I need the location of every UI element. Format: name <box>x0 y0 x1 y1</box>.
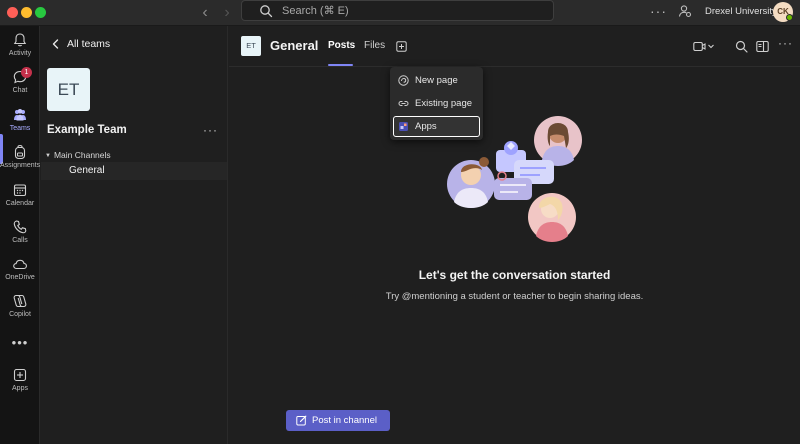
channel-team-avatar: ET <box>241 36 261 56</box>
channel-header: ET General Posts Files ··· <box>229 26 800 67</box>
bell-icon <box>13 33 27 47</box>
channel-label: General <box>69 165 105 176</box>
post-in-channel-label: Post in channel <box>312 415 377 426</box>
more-options-icon[interactable]: ··· <box>650 3 667 19</box>
tab-posts[interactable]: Posts <box>328 40 355 51</box>
teams-panel: All teams ET Example Team ··· ▼ Main Chan… <box>41 26 228 444</box>
header-more-options-icon[interactable]: ··· <box>778 36 793 50</box>
menu-item-new-page[interactable]: New page <box>393 70 480 91</box>
rail-item-chat[interactable]: 1 Chat <box>0 67 40 103</box>
add-tab-icon[interactable] <box>396 41 407 52</box>
title-bar: ‹ › Search (⌘ E) ··· Drexel University C… <box>0 0 800 26</box>
back-arrow-icon[interactable]: ‹ <box>196 3 214 23</box>
rail-label-copilot: Copilot <box>9 311 31 318</box>
rail-item-teams[interactable]: Teams <box>0 107 40 141</box>
copilot-icon <box>13 294 27 308</box>
channel-title: General <box>270 38 319 53</box>
caret-down-icon: ▼ <box>45 153 51 159</box>
maximize-window-button[interactable] <box>35 7 46 18</box>
teams-icon <box>14 109 26 121</box>
backpack-icon <box>14 144 26 160</box>
search-box[interactable]: Search (⌘ E) <box>241 0 554 21</box>
active-tab-indicator <box>328 64 353 66</box>
all-teams-label: All teams <box>67 38 111 50</box>
search-placeholder: Search (⌘ E) <box>282 5 349 17</box>
presence-indicator <box>786 14 793 21</box>
rail-item-copilot[interactable]: Copilot <box>0 293 40 327</box>
conversation-illustration <box>447 116 582 242</box>
close-window-button[interactable] <box>7 7 18 18</box>
menu-item-label: New page <box>415 75 458 86</box>
search-icon <box>260 5 273 18</box>
tab-files[interactable]: Files <box>364 40 385 51</box>
apps-icon <box>399 122 408 131</box>
rail-item-onedrive[interactable]: OneDrive <box>0 256 40 290</box>
chat-unread-badge: 1 <box>21 67 32 78</box>
compose-icon <box>296 415 307 426</box>
menu-item-existing-page[interactable]: Existing page <box>393 93 480 114</box>
rail-item-calendar[interactable]: Calendar <box>0 182 40 216</box>
rail-item-apps[interactable]: Apps <box>0 367 40 401</box>
cloud-icon <box>13 259 27 270</box>
forward-arrow-icon[interactable]: › <box>218 3 236 23</box>
search-icon[interactable] <box>735 40 748 53</box>
menu-item-label: Apps <box>415 121 437 132</box>
post-in-channel-button[interactable]: Post in channel <box>286 410 390 431</box>
rail-label-chat: Chat <box>12 87 28 94</box>
team-more-options-icon[interactable]: ··· <box>203 123 218 137</box>
rail-label-activity: Activity <box>8 50 32 57</box>
link-icon <box>398 101 409 106</box>
loop-page-icon <box>398 75 409 86</box>
side-panel-icon[interactable] <box>756 40 769 53</box>
video-call-icon[interactable] <box>693 40 715 53</box>
person-settings-icon[interactable] <box>678 4 692 18</box>
empty-state-subtitle: Try @mentioning a student or teacher to … <box>385 291 644 302</box>
rail-item-assignments[interactable]: Assignments <box>0 144 40 178</box>
rail-label-calls: Calls <box>12 237 28 244</box>
menu-item-label: Existing page <box>415 98 473 109</box>
channel-item-general[interactable]: General <box>41 162 227 180</box>
main-channels-toggle[interactable]: ▼ Main Channels <box>45 150 111 160</box>
apps-icon <box>13 368 27 382</box>
empty-state-title: Let's get the conversation started <box>418 268 611 282</box>
minimize-window-button[interactable] <box>21 7 32 18</box>
rail-label-assignments: Assignments <box>0 162 41 169</box>
team-avatar: ET <box>47 68 90 111</box>
main-channels-label: Main Channels <box>53 150 111 160</box>
rail-label-apps: Apps <box>12 385 28 392</box>
rail-item-calls[interactable]: Calls <box>0 219 40 253</box>
chevron-left-icon <box>52 39 59 49</box>
rail-label-calendar: Calendar <box>5 200 35 207</box>
rail-item-activity[interactable]: Activity <box>0 32 40 66</box>
phone-icon <box>13 220 27 234</box>
rail-label-teams: Teams <box>9 125 31 132</box>
more-apps-icon[interactable]: ••• <box>0 335 40 350</box>
calendar-icon <box>13 184 27 197</box>
rail-label-onedrive: OneDrive <box>5 274 35 281</box>
team-name: Example Team <box>47 124 127 136</box>
app-rail: Activity 1 Chat Teams Assignments Calend… <box>0 26 40 444</box>
organization-name[interactable]: Drexel University <box>705 6 777 17</box>
